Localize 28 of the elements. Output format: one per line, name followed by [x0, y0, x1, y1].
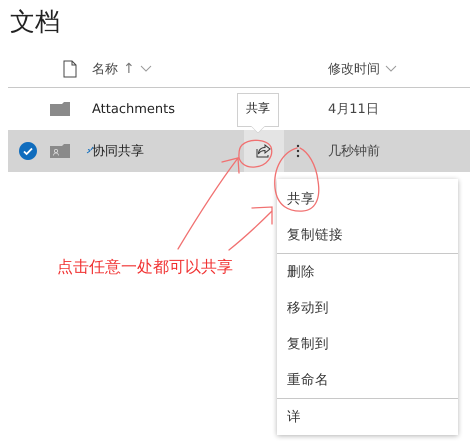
file-name[interactable]: 协同共享: [92, 142, 144, 160]
menu-item[interactable]: 复制链接: [277, 217, 458, 253]
annotation-text: 点击任意一处都可以共享: [57, 257, 233, 278]
menu-item[interactable]: 删除: [277, 254, 458, 290]
modified-date: 几秒钟前: [328, 143, 381, 160]
chevron-down-icon: [140, 65, 152, 73]
file-row[interactable]: 协同共享 几秒钟前: [8, 130, 470, 172]
menu-item[interactable]: 详: [277, 399, 458, 435]
modified-date: 4月11日: [328, 101, 380, 118]
menu-item[interactable]: 重命名: [277, 362, 458, 398]
tooltip-pointer-icon: [251, 126, 265, 133]
tooltip: 共享: [237, 93, 279, 134]
more-options-button[interactable]: [294, 142, 302, 160]
menu-item[interactable]: 共享: [277, 181, 458, 217]
share-button[interactable]: [244, 130, 284, 172]
page-title: 文档: [9, 6, 61, 38]
folder-icon: [50, 102, 70, 116]
more-icon: [296, 144, 300, 158]
shared-folder-icon: [50, 144, 70, 158]
share-icon: [256, 144, 272, 158]
checkmark-icon[interactable]: [19, 142, 37, 160]
file-icon: [63, 60, 77, 78]
menu-item[interactable]: 复制到: [277, 326, 458, 362]
column-header[interactable]: 名称 ↑: [92, 60, 152, 78]
chevron-down-icon: [385, 65, 397, 73]
column-header[interactable]: 修改时间: [328, 60, 397, 78]
menu-item[interactable]: 移动到: [277, 290, 458, 326]
file-name[interactable]: Attachments: [92, 102, 175, 116]
